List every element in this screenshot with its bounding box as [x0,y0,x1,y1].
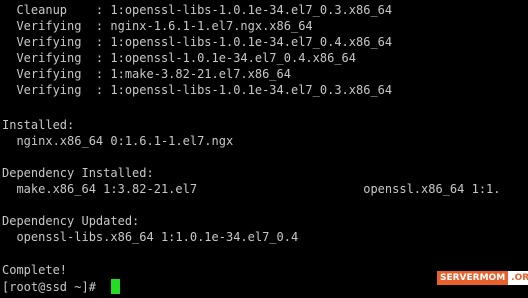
watermark-part2: .ORG [508,271,528,285]
output-line-verify-nginx: Verifying : nginx-1.6.1-1.el7.ngx.x86_64 [2,19,313,33]
dependency-updated-package: openssl-libs.x86_64 1:1.0.1e-34.el7_0.4 [2,230,299,244]
dependency-installed-packages: make.x86_64 1:3.82-21.el7 openssl.x86_64… [2,182,501,196]
text-cursor [111,279,120,294]
terminal-window[interactable]: Cleanup : 1:openssl-libs-1.0.1e-34.el7_0… [0,0,528,298]
complete-message: Complete! [2,263,68,277]
output-line-verify-make: Verifying : 1:make-3.82-21.el7.x86_64 [2,67,291,81]
output-line-verify-openssl: Verifying : 1:openssl-1.0.1e-34.el7_0.4.… [2,51,357,65]
shell-prompt[interactable]: [root@ssd ~]# [2,279,103,295]
installed-package: nginx.x86_64 0:1.6.1-1.el7.ngx [2,134,234,148]
output-line-verify-libs-04: Verifying : 1:openssl-libs-1.0.1e-34.el7… [2,35,393,49]
output-line-cleanup: Cleanup : 1:openssl-libs-1.0.1e-34.el7_0… [2,3,393,17]
watermark-part1: SERVERMOM [437,271,509,285]
watermark-logo: SERVERMOM .ORG [437,271,528,285]
dependency-installed-heading: Dependency Installed: [2,166,154,180]
installed-heading: Installed: [2,118,75,132]
dependency-updated-heading: Dependency Updated: [2,214,140,228]
output-line-verify-libs-03: Verifying : 1:openssl-libs-1.0.1e-34.el7… [2,83,393,97]
